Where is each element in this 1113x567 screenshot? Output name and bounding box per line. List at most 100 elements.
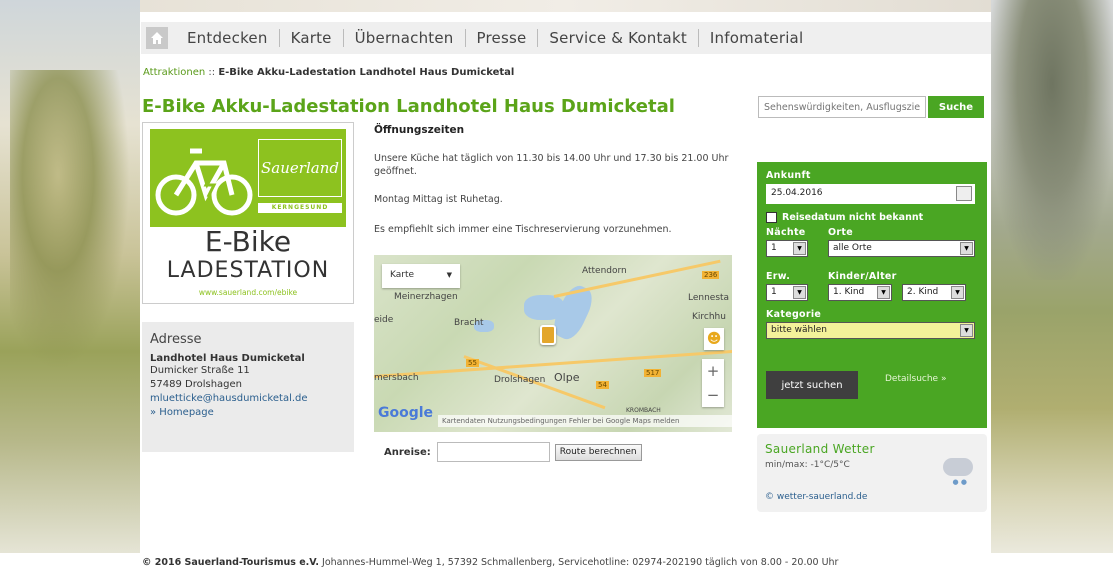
map-label: Lennesta — [688, 293, 730, 303]
road-badge: 54 — [596, 381, 609, 389]
unknown-date-label: Reisedatum nicht bekannt — [782, 212, 924, 223]
logo-line-ladestation: LADESTATION — [166, 258, 330, 283]
rest-day-text: Montag Mittag ist Ruhetag. — [374, 194, 503, 205]
opening-hours-text: Unsere Küche hat täglich von 11.30 bis 1… — [374, 153, 729, 177]
breadcrumb: Attraktionen :: E-Bike Akku-Ladestation … — [143, 67, 514, 78]
weather-source-link[interactable]: © wetter-sauerland.de — [765, 492, 867, 502]
footer-copyright: © 2016 Sauerland-Tourismus e.V. — [142, 557, 319, 567]
arrival-date-input[interactable]: 25.04.2016 — [766, 184, 975, 204]
map-label: Attendorn — [582, 266, 627, 276]
tree-image — [991, 0, 1113, 280]
calendar-icon[interactable] — [956, 186, 972, 201]
logo-green-panel: Sauerland KERNGESUND — [150, 129, 346, 227]
chevron-down-icon: ▼ — [960, 242, 973, 255]
sauerland-wordmark: Sauerland — [258, 139, 342, 197]
road-badge: 236 — [702, 271, 720, 279]
unknown-date-checkbox-row[interactable]: Reisedatum nicht bekannt — [766, 212, 978, 223]
map-label: Drolshagen — [494, 375, 546, 385]
places-select[interactable]: alle Orte ▼ — [828, 240, 975, 257]
map-label: Bracht — [454, 318, 484, 328]
unknown-date-checkbox[interactable] — [766, 212, 777, 223]
map-type-select[interactable]: Karte ▼ — [382, 264, 460, 288]
home-icon — [151, 32, 163, 44]
route-start-input[interactable] — [436, 442, 550, 462]
breadcrumb-link-attraktionen[interactable]: Attraktionen — [143, 67, 205, 78]
nav-item-entdecken[interactable]: Entdecken — [176, 29, 279, 47]
google-logo: Google — [378, 405, 434, 421]
category-value: bitte wählen — [771, 325, 827, 335]
road-badge: 517 — [644, 369, 662, 377]
opening-hours-heading: Öffnungszeiten — [374, 124, 465, 136]
arrival-label: Ankunft — [766, 170, 811, 181]
chevron-down-icon: ▼ — [877, 286, 890, 299]
route-planner: Anreise: Route berechnen — [384, 442, 642, 462]
nights-label: Nächte — [766, 227, 806, 238]
chevron-down-icon: ▼ — [793, 242, 806, 255]
map-label: Olpe — [554, 371, 580, 384]
search-button[interactable]: Suche — [928, 96, 984, 118]
map-road — [374, 349, 732, 378]
page-container: Entdecken Karte Übernachten Presse Servi… — [140, 12, 991, 557]
ebike-logo: Sauerland KERNGESUND E-Bike LADESTATION … — [142, 122, 354, 304]
address-homepage-link[interactable]: » Homepage — [150, 406, 346, 420]
tree-image — [10, 70, 130, 370]
logo-tagline: KERNGESUND — [258, 203, 342, 213]
map-zoom-control: + − — [702, 359, 724, 407]
rain-cloud-icon — [943, 458, 973, 476]
main-nav: Entdecken Karte Übernachten Presse Servi… — [141, 22, 991, 54]
breadcrumb-separator: :: — [208, 67, 216, 78]
background-left — [0, 0, 140, 567]
detail-search-link[interactable]: Detailsuche » — [885, 374, 946, 384]
weather-title: Sauerland Wetter — [765, 442, 875, 456]
child1-value: 1. Kind — [833, 287, 865, 297]
page-title: E-Bike Akku-Ladestation Landhotel Haus D… — [142, 96, 675, 117]
zoom-out-button[interactable]: − — [702, 383, 724, 407]
map-type-value: Karte — [390, 270, 415, 280]
footer: © 2016 Sauerland-Tourismus e.V. Johannes… — [0, 553, 1113, 567]
nights-select[interactable]: 1 ▼ — [766, 240, 808, 257]
map-label: Kirchhu — [692, 312, 726, 322]
map-label: KROMBACH — [626, 407, 661, 414]
google-map[interactable]: Karte ▼ Attendorn Meinerzhagen Bracht Le… — [374, 255, 732, 432]
search-submit-button[interactable]: jetzt suchen — [766, 371, 858, 399]
chevron-down-icon: ▼ — [446, 271, 452, 279]
chevron-down-icon: ▼ — [793, 286, 806, 299]
street-view-pegman-icon[interactable]: ☻ — [704, 328, 724, 350]
address-city: 57489 Drolshagen — [150, 379, 242, 390]
adults-select[interactable]: 1 ▼ — [766, 284, 808, 301]
route-button[interactable]: Route berechnen — [554, 443, 642, 461]
search-bar: Suche — [758, 96, 984, 118]
nav-item-presse[interactable]: Presse — [466, 29, 538, 47]
chevron-down-icon: ▼ — [951, 286, 964, 299]
road-badge: 55 — [466, 359, 479, 367]
nights-value: 1 — [771, 243, 777, 253]
home-button[interactable] — [146, 27, 168, 49]
map-label: eide — [374, 315, 394, 325]
child2-value: 2. Kind — [907, 287, 939, 297]
zoom-in-button[interactable]: + — [702, 359, 724, 383]
bicycle-icon — [155, 148, 253, 216]
child1-select[interactable]: 1. Kind ▼ — [828, 284, 892, 301]
map-marker-icon[interactable] — [540, 325, 556, 345]
child2-select[interactable]: 2. Kind ▼ — [902, 284, 966, 301]
booking-box: Ankunft 25.04.2016 Reisedatum nicht beka… — [757, 162, 987, 428]
map-attribution[interactable]: Kartendaten Nutzungsbedingungen Fehler b… — [438, 415, 732, 427]
category-select[interactable]: bitte wählen ▼ — [766, 322, 975, 339]
address-email-link[interactable]: mluetticke@hausdumicketal.de — [150, 392, 346, 406]
map-label: mersbach — [374, 373, 419, 383]
nav-item-uebernachten[interactable]: Übernachten — [344, 29, 465, 47]
arrival-date-value: 25.04.2016 — [771, 188, 823, 198]
footer-text: © 2016 Sauerland-Tourismus e.V. Johannes… — [142, 557, 838, 567]
background-right — [991, 0, 1113, 567]
weather-box: Sauerland Wetter min/max: -1°C/5°C ● ● ©… — [757, 434, 987, 512]
address-box: Adresse Landhotel Haus Dumicketal Dumick… — [142, 322, 354, 452]
route-label: Anreise: — [384, 446, 431, 458]
adults-label: Erw. — [766, 271, 791, 282]
places-value: alle Orte — [833, 243, 872, 253]
breadcrumb-current: E-Bike Akku-Ladestation Landhotel Haus D… — [218, 67, 515, 78]
logo-url: www.sauerland.com/ebike — [198, 288, 298, 297]
nav-item-service-kontakt[interactable]: Service & Kontakt — [538, 29, 698, 47]
nav-item-karte[interactable]: Karte — [280, 29, 343, 47]
search-input[interactable] — [758, 96, 926, 118]
nav-item-infomaterial[interactable]: Infomaterial — [699, 29, 814, 47]
